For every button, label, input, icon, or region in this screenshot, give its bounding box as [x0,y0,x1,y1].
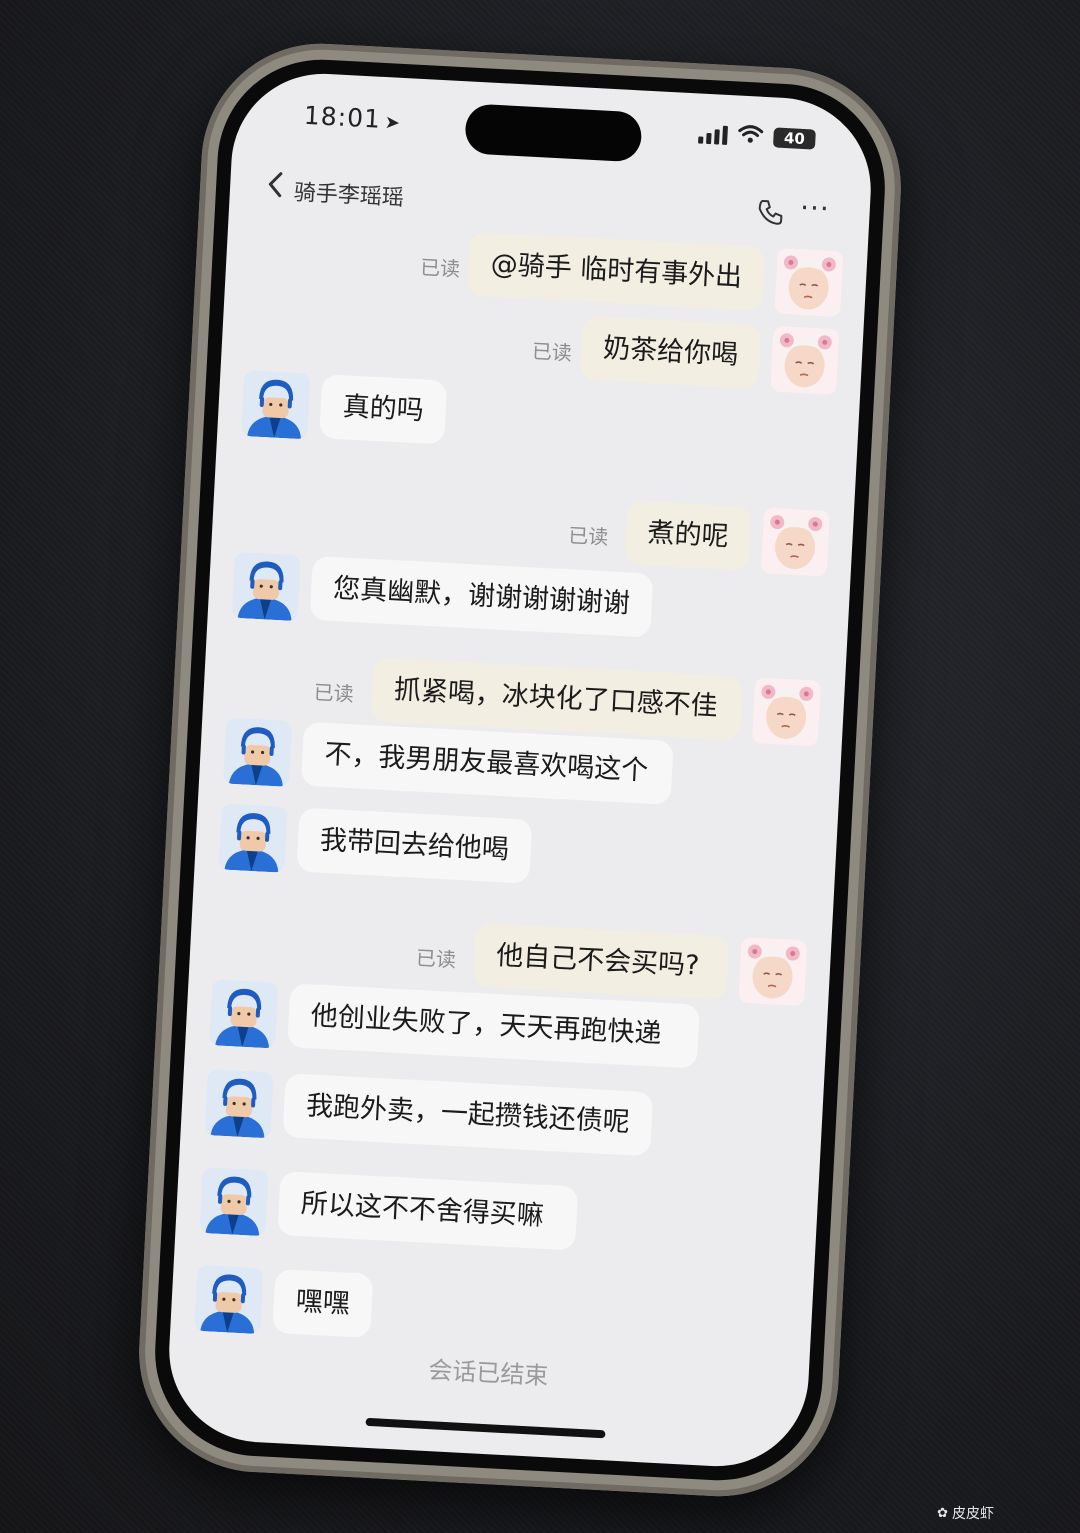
read-receipt: 已读 [567,523,609,550]
watermark-logo-icon: ✿ [937,1505,948,1521]
my-avatar[interactable] [774,247,844,318]
status-time: 18:01 ➤ [303,101,402,135]
cellular-signal-icon [698,123,728,145]
rider-avatar[interactable] [218,803,288,873]
battery-icon: 40 [772,127,816,150]
more-options-button[interactable]: ··· [799,191,830,226]
message-bubble[interactable]: 他自己不会买吗? [472,922,730,1001]
message-bubble[interactable]: 所以这不不舍得买嘛 [277,1171,579,1251]
call-button[interactable] [755,197,787,229]
rider-avatar[interactable] [209,979,279,1049]
rider-avatar[interactable] [199,1166,269,1237]
ellipsis-icon: ··· [799,190,831,226]
rider-avatar[interactable] [231,551,301,622]
rider-avatar[interactable] [194,1264,264,1335]
rider-avatar[interactable] [204,1069,274,1139]
message-bubble[interactable]: 我带回去给他喝 [296,807,533,884]
location-arrow-icon: ➤ [384,112,402,134]
rider-avatar[interactable] [222,717,293,787]
rider-avatar[interactable] [241,370,311,440]
phone-bezel: 18:01 ➤ 40 骑手李瑶瑶 ··· @骑手 临时有事外出 已读 奶茶给你喝… [149,54,891,1486]
phone-icon [758,199,783,225]
read-receipt: 已读 [313,680,355,707]
read-receipt: 已读 [419,255,461,282]
my-avatar[interactable] [751,677,822,747]
message-bubble[interactable]: 真的吗 [319,374,448,445]
message-bubble[interactable]: 我跑外卖，一起攒钱还债呢 [282,1073,654,1157]
back-button[interactable] [265,169,285,208]
watermark: ✿ 皮皮虾 [937,1503,994,1523]
my-avatar[interactable] [770,325,840,396]
phone-screen: 18:01 ➤ 40 骑手李瑶瑶 ··· @骑手 临时有事外出 已读 奶茶给你喝… [164,69,876,1471]
message-bubble[interactable]: 煮的呢 [623,500,753,571]
message-bubble[interactable]: 奶茶给你喝 [579,315,762,389]
my-avatar[interactable] [738,936,808,1007]
my-avatar[interactable] [760,507,830,577]
chat-title: 骑手李瑶瑶 [293,180,405,212]
phone-device: 18:01 ➤ 40 骑手李瑶瑶 ··· @骑手 临时有事外出 已读 奶茶给你喝… [133,37,907,1503]
home-indicator[interactable] [365,1417,606,1439]
message-row-received: 所以这不不舍得买嘛 [175,1166,818,1279]
read-receipt: 已读 [415,945,457,972]
watermark-text: 皮皮虾 [952,1506,994,1522]
status-indicators: 40 [698,121,816,151]
message-bubble[interactable]: 嘿嘿 [272,1268,374,1338]
dynamic-island [464,103,643,163]
photo-scene: 18:01 ➤ 40 骑手李瑶瑶 ··· @骑手 临时有事外出 已读 奶茶给你喝… [0,0,1080,1533]
wifi-icon [737,124,764,149]
chevron-left-icon [268,172,283,198]
status-time-text: 18:01 [303,100,382,134]
message-bubble[interactable]: @骑手 临时有事外出 [467,231,766,312]
read-receipt: 已读 [531,339,573,366]
